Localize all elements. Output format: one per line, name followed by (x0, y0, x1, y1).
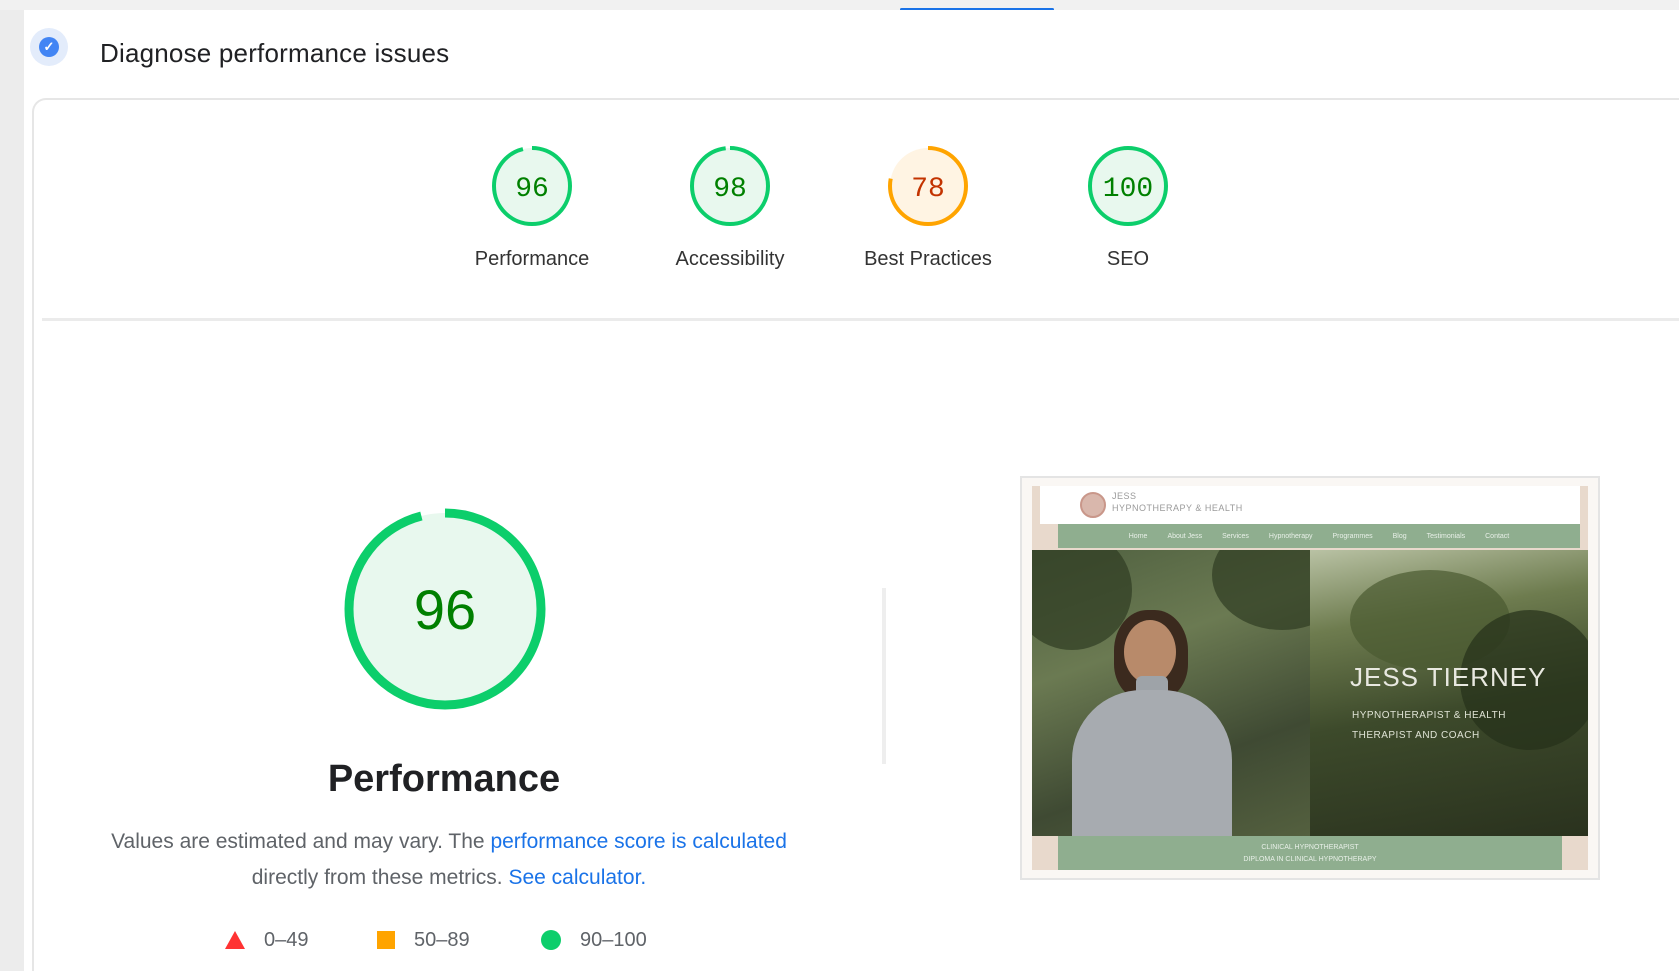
category-gauge[interactable]: 96 Performance (432, 142, 632, 271)
site-footer-line1: CLINICAL HYPNOTHERAPIST (1261, 844, 1359, 851)
site-nav-item: Hypnotherapy (1268, 532, 1313, 540)
performance-description: Values are estimated and may vary. The p… (84, 824, 814, 896)
legend-average-range: 50–89 (414, 928, 470, 951)
site-brand-line1: JESS (1112, 491, 1137, 501)
page-screenshot-thumbnail[interactable]: JESS HYPNOTHERAPY & HEALTH Home About Jes… (1020, 476, 1600, 880)
category-label: SEO (1106, 248, 1150, 270)
vertical-separator (882, 588, 886, 764)
site-footer: CLINICAL HYPNOTHERAPIST DIPLOMA IN CLINI… (1058, 836, 1562, 870)
site-header: JESS HYPNOTHERAPY & HEALTH (1040, 486, 1580, 524)
category-gauge-ring: 100 (1088, 146, 1168, 226)
category-label: Performance (474, 248, 590, 270)
site-nav-item: Testimonials (1426, 532, 1466, 540)
site-nav-item: About Jess (1167, 532, 1203, 540)
category-gauge-ring: 96 (492, 146, 572, 226)
triangle-icon (225, 931, 245, 949)
section-title: Diagnose performance issues (100, 38, 450, 68)
score-legend: 0–49 50–89 90–100 (224, 920, 724, 960)
site-logo (1080, 492, 1106, 518)
hero-subtitle-line1: HYPNOTHERAPIST & HEALTH (1352, 710, 1506, 721)
gauges-divider (42, 318, 1679, 321)
category-gauge[interactable]: 98 Accessibility (630, 142, 830, 271)
site-nav: Home About Jess Services Hypnotherapy Progra… (1058, 524, 1580, 548)
performance-title: Performance (327, 758, 561, 800)
section-header: ✓ Diagnose performance issues (24, 10, 1679, 90)
hero-right-photo (1310, 550, 1588, 836)
score-calculated-link[interactable]: performance score is calculated (490, 830, 786, 853)
hero-title: JESS TIERNEY (1350, 662, 1547, 692)
category-gauge[interactable]: 100 SEO (1028, 142, 1228, 271)
site-nav-item: Programmes (1332, 532, 1373, 540)
legend-pass-range: 90–100 (580, 928, 647, 951)
site-nav-item: Blog (1392, 532, 1407, 540)
report-card: 96 Performance 98 Accessibility 78 Best Pract… (32, 98, 1679, 971)
desc-text-prefix: Values are estimated and may vary. The (111, 830, 491, 853)
gauge-score: 100 (1103, 174, 1153, 205)
circle-icon (541, 930, 561, 950)
top-strip (0, 0, 1679, 10)
site-hero: JESS TIERNEY HYPNOTHERAPIST & HEALTH THE… (1032, 550, 1588, 836)
square-icon (377, 931, 395, 949)
diagnose-icon[interactable]: ✓ (30, 28, 68, 66)
category-gauges: 96 Performance 98 Accessibility 78 Best Pract… (34, 100, 1679, 310)
category-label: Accessibility (675, 248, 785, 270)
hero-subtitle: HYPNOTHERAPIST & HEALTH THERAPIST AND CO… (1352, 706, 1506, 746)
gauge-score: 96 (515, 174, 549, 205)
hero-subtitle-line2: THERAPIST AND COACH (1352, 730, 1480, 741)
see-calculator-link[interactable]: See calculator. (508, 866, 646, 889)
site-nav-item: Contact (1485, 532, 1510, 540)
legend-pass: 90–100 (540, 920, 647, 960)
category-label: Best Practices (864, 248, 992, 270)
category-gauge[interactable]: 78 Best Practices (828, 142, 1028, 271)
site-nav-item: Services (1222, 532, 1249, 540)
legend-average: 50–89 (376, 920, 470, 960)
big-gauge-score: 96 (414, 578, 476, 641)
screenshot-page: JESS HYPNOTHERAPY & HEALTH Home About Jes… (1032, 486, 1588, 870)
checkmark-icon: ✓ (39, 37, 59, 57)
legend-fail: 0–49 (224, 920, 309, 960)
site-brand-line2: HYPNOTHERAPY & HEALTH (1112, 503, 1243, 513)
legend-fail-range: 0–49 (264, 928, 309, 951)
site-nav-item: Home (1128, 532, 1148, 540)
person-body (1072, 690, 1232, 836)
gauge-score: 98 (713, 174, 747, 205)
gauge-score: 78 (911, 174, 945, 205)
person-head (1124, 620, 1176, 684)
category-gauge-ring: 98 (690, 146, 770, 226)
desc-text-middle: directly from these metrics. (251, 866, 509, 889)
lighthouse-panel: ✓ Diagnose performance issues 96 Performa… (24, 10, 1679, 971)
performance-big-gauge: 96 (344, 508, 546, 710)
site-footer-line2: DIPLOMA IN CLINICAL HYPNOTHERAPY (1243, 856, 1377, 863)
category-gauge-ring: 78 (888, 146, 968, 226)
site-brand: JESS HYPNOTHERAPY & HEALTH (1112, 490, 1243, 514)
hero-left-photo (1032, 550, 1352, 836)
